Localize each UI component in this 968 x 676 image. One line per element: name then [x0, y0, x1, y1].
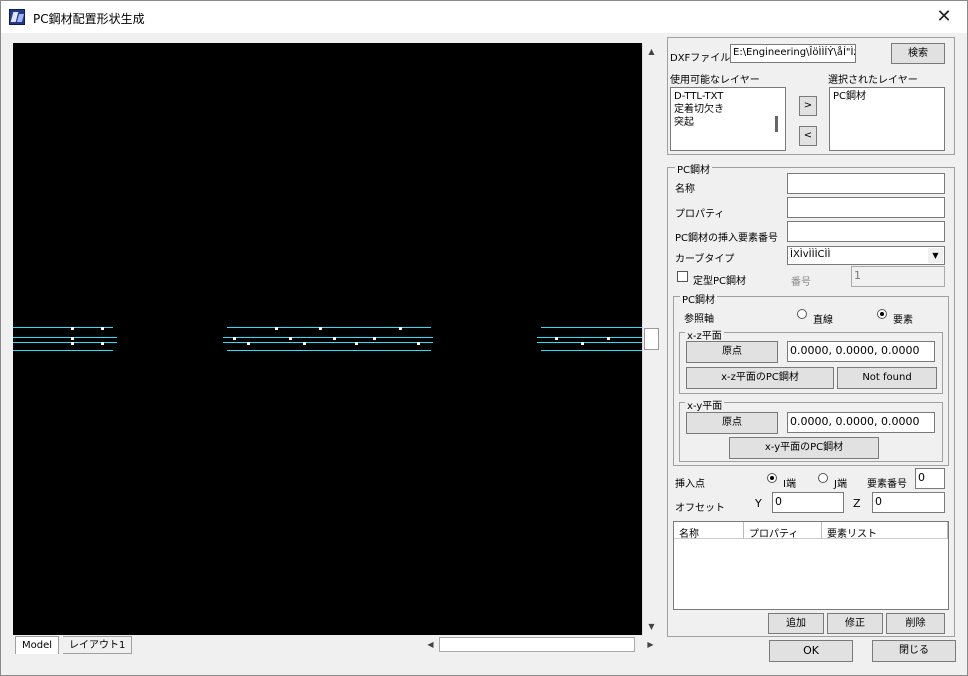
curve-type-select[interactable]: ÌXÌvÌÌÌCÌÌ ▼: [787, 246, 945, 265]
curve-type-value: ÌXÌvÌÌÌCÌÌ: [790, 249, 831, 260]
insert-element-field[interactable]: [787, 221, 945, 242]
xy-pc-button[interactable]: x-y平面のPC鋼材: [729, 437, 879, 459]
remove-layer-button[interactable]: <: [799, 126, 817, 146]
offset-z-label: Z: [853, 497, 861, 510]
xy-origin-button[interactable]: 原点: [686, 412, 778, 434]
name-field[interactable]: [787, 173, 945, 194]
tab-model[interactable]: Model: [15, 636, 60, 654]
app-icon: [9, 9, 25, 25]
xy-origin-field[interactable]: 0.0000, 0.0000, 0.0000: [787, 412, 935, 433]
offset-label: オフセット: [675, 503, 725, 514]
selected-layers-list[interactable]: PC鋼材: [829, 87, 945, 151]
offset-y-field[interactable]: 0: [772, 492, 844, 513]
element-number-field[interactable]: 0: [915, 468, 945, 489]
i-end-radio[interactable]: [767, 473, 777, 483]
horizontal-scrollbar[interactable]: ◀ ▶: [422, 636, 659, 653]
reference-axis-label: 参照軸: [684, 314, 714, 325]
vertical-scrollbar[interactable]: ▲ ▼: [642, 43, 659, 635]
dialog-window: PC鋼材配置形状生成 ✕ ▲ ▼ ◀ ▶ Model レイアウト1 DXFファイ…: [0, 0, 968, 676]
pc-inner-title: PC鋼材: [680, 291, 718, 306]
xz-origin-field[interactable]: 0.0000, 0.0000, 0.0000: [787, 341, 935, 362]
table-header-name[interactable]: 名称: [674, 522, 744, 540]
axis-line-label: 直線: [813, 315, 833, 326]
i-end-label: I端: [783, 479, 796, 490]
number-label: 番号: [791, 277, 811, 288]
add-layer-button[interactable]: >: [799, 96, 817, 116]
title-bar: PC鋼材配置形状生成 ✕: [1, 1, 967, 33]
j-end-radio[interactable]: [818, 473, 828, 483]
chevron-down-icon[interactable]: ▼: [928, 248, 943, 263]
curve-type-label: カーブタイプ: [675, 254, 735, 265]
number-field[interactable]: 1: [851, 266, 945, 287]
property-label: プロパティ: [675, 209, 725, 220]
table-header-property[interactable]: プロパティ: [744, 522, 822, 540]
vertical-scroll-thumb[interactable]: [644, 328, 659, 350]
add-button[interactable]: 追加: [768, 613, 824, 634]
dxf-file-label: DXFファイル: [670, 53, 731, 64]
available-layers-list[interactable]: D-TTL-TXT 定着切欠き 突起: [670, 87, 786, 151]
xz-status-button[interactable]: Not found: [837, 367, 937, 389]
scroll-left-icon[interactable]: ◀: [422, 636, 439, 653]
tab-layout1[interactable]: レイアウト1: [63, 636, 133, 654]
modify-button[interactable]: 修正: [827, 613, 883, 634]
list-scroll-thumb[interactable]: [775, 116, 778, 132]
scroll-right-icon[interactable]: ▶: [642, 636, 659, 653]
tendon-group-center: [223, 325, 435, 353]
close-dialog-button[interactable]: 閉じる: [872, 640, 956, 662]
axis-line-radio[interactable]: [797, 309, 807, 319]
axis-element-radio[interactable]: [877, 309, 887, 319]
xz-plane-title: x-z平面: [685, 327, 724, 342]
tendon-group-left: [13, 325, 119, 353]
list-item[interactable]: D-TTL-TXT: [671, 90, 785, 103]
dxf-file-field[interactable]: E:\Engineering\ÎöÌÌÍÝ\åÍ"ÌzÌuÌÌ: [730, 44, 856, 63]
settings-panel: DXFファイル E:\Engineering\ÎöÌÌÍÝ\åÍ"ÌzÌuÌÌ …: [667, 37, 955, 637]
close-button[interactable]: ✕: [921, 1, 967, 33]
tendon-table[interactable]: 名称 プロパティ 要素リスト: [673, 521, 949, 610]
name-label: 名称: [675, 184, 695, 195]
xz-origin-button[interactable]: 原点: [686, 341, 778, 363]
list-item[interactable]: 突起: [671, 116, 785, 129]
window-title: PC鋼材配置形状生成: [33, 12, 145, 26]
delete-button[interactable]: 削除: [886, 613, 945, 634]
ok-button[interactable]: OK: [769, 640, 853, 662]
cad-viewport[interactable]: [13, 43, 642, 635]
available-layers-label: 使用可能なレイヤー: [670, 75, 760, 86]
offset-z-field[interactable]: 0: [872, 492, 945, 513]
axis-element-label: 要素: [893, 315, 913, 326]
insert-element-label: PC鋼材の挿入要素番号: [675, 233, 779, 244]
insert-point-label: 挿入点: [675, 479, 705, 490]
list-item[interactable]: PC鋼材: [830, 90, 944, 103]
scroll-up-icon[interactable]: ▲: [643, 43, 660, 60]
scroll-down-icon[interactable]: ▼: [643, 618, 660, 635]
offset-y-label: Y: [755, 497, 762, 510]
tendon-group-right: [537, 325, 642, 353]
fixed-pc-label: 定型PC鋼材: [693, 276, 747, 287]
table-header-elements[interactable]: 要素リスト: [822, 522, 948, 540]
selected-layers-label: 選択されたレイヤー: [828, 75, 918, 86]
horizontal-scroll-thumb[interactable]: [439, 637, 635, 652]
element-number-label: 要素番号: [867, 479, 907, 490]
list-item[interactable]: 定着切欠き: [671, 103, 785, 116]
xy-plane-title: x-y平面: [685, 397, 725, 412]
table-header: 名称 プロパティ 要素リスト: [674, 522, 948, 540]
pc-group-title: PC鋼材: [675, 161, 713, 176]
browse-button[interactable]: 検索: [891, 43, 945, 64]
j-end-label: J端: [834, 479, 847, 490]
fixed-pc-checkbox[interactable]: [677, 271, 688, 282]
property-field[interactable]: [787, 197, 945, 218]
xz-pc-button[interactable]: x-z平面のPC鋼材: [686, 367, 834, 389]
